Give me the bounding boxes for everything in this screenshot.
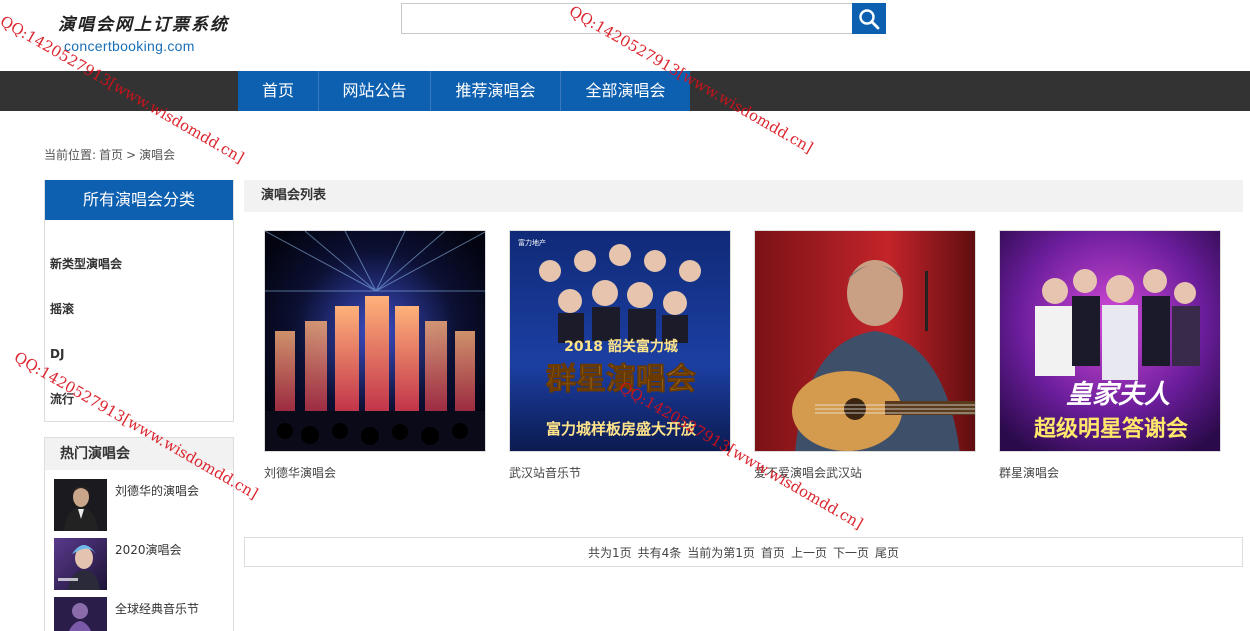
concert-card[interactable]: 刘德华演唱会	[264, 230, 486, 481]
poster-headline: 皇家夫人	[1066, 380, 1170, 410]
concert-title: 爱不爱演唱会武汉站	[754, 466, 863, 480]
concert-poster	[264, 230, 486, 452]
pagination-last[interactable]: 尾页	[875, 544, 899, 561]
hot-concert-thumbnail	[54, 479, 107, 531]
pagination-first[interactable]: 首页	[761, 544, 785, 561]
hot-concert-label: 刘德华的演唱会	[115, 484, 200, 498]
concert-poster: 皇家夫人 超级明星答谢会	[999, 230, 1221, 452]
concert-card[interactable]: 2018 韶关富力城 群星演唱会 富力城样板房盛大开放 富力地产 武汉站音乐节	[509, 230, 731, 481]
poster-brand: 富力地产	[518, 238, 546, 247]
hot-concert-thumbnail	[54, 538, 107, 590]
pagination-prev[interactable]: 上一页	[791, 544, 827, 561]
pagination-current: 当前为第1页	[687, 545, 755, 560]
category-item[interactable]: 摇滚	[45, 287, 233, 332]
category-title: 所有演唱会分类	[45, 180, 233, 220]
concert-title: 刘德华演唱会	[264, 466, 337, 480]
nav-recommended-concerts[interactable]: 推荐演唱会	[431, 71, 561, 111]
hot-concert-label: 全球经典音乐节	[115, 602, 200, 616]
breadcrumb: 当前位置: 首页 > 演唱会	[44, 146, 178, 163]
concert-poster: 2018 韶关富力城 群星演唱会 富力城样板房盛大开放 富力地产	[509, 230, 731, 452]
logo-title: 演唱会网上订票系统	[58, 15, 229, 35]
concert-poster	[754, 230, 976, 452]
hot-concert-item[interactable]: 全球经典音乐节	[54, 597, 229, 631]
search-icon	[859, 8, 880, 29]
page: 演唱会网上订票系统 concertbooking.com 首页 网站公告 推荐演…	[0, 0, 1250, 631]
hot-concert-thumbnail	[54, 597, 107, 631]
pagination-next[interactable]: 下一页	[833, 544, 869, 561]
hot-concerts-panel: 热门演唱会 刘德华的演唱会 2020演唱会 全球经典音乐节	[44, 437, 234, 631]
pagination: 共为1页 共有4条 当前为第1页 首页 上一页 下一页 尾页	[244, 537, 1243, 567]
category-item[interactable]: DJ	[45, 332, 233, 377]
site-logo[interactable]: 演唱会网上订票系统 concertbooking.com	[58, 10, 228, 56]
hot-concert-item[interactable]: 刘德华的演唱会	[54, 479, 229, 531]
category-list: 新类型演唱会 摇滚 DJ 流行	[45, 220, 233, 422]
pagination-total-items: 共有4条	[637, 545, 682, 560]
poster-headline: 群星演唱会	[546, 362, 696, 397]
main-nav: 首页 网站公告 推荐演唱会 全部演唱会	[0, 71, 1250, 111]
logo-domain: concertbooking.com	[64, 38, 195, 54]
search-button[interactable]	[852, 3, 886, 34]
nav-all-concerts[interactable]: 全部演唱会	[561, 71, 690, 111]
pagination-total-pages: 共为1页	[588, 545, 632, 560]
category-item[interactable]: 流行	[45, 377, 233, 422]
poster-subline: 超级明星答谢会	[1034, 416, 1188, 442]
category-item[interactable]: 新类型演唱会	[45, 242, 233, 287]
concert-title: 武汉站音乐节	[509, 466, 582, 480]
breadcrumb-prefix: 当前位置:	[44, 148, 97, 162]
concert-list-title: 演唱会列表	[244, 180, 1243, 212]
concert-title: 群星演唱会	[999, 466, 1060, 480]
breadcrumb-current: 演唱会	[139, 148, 176, 162]
hot-concert-label: 2020演唱会	[115, 543, 182, 557]
nav-home[interactable]: 首页	[238, 71, 319, 111]
hot-concerts-title: 热门演唱会	[45, 438, 233, 470]
concert-card[interactable]: 皇家夫人 超级明星答谢会 群星演唱会	[999, 230, 1221, 481]
poster-year: 2018 韶关富力城	[564, 338, 678, 355]
hot-concert-item[interactable]: 2020演唱会	[54, 538, 229, 590]
category-panel: 所有演唱会分类 新类型演唱会 摇滚 DJ 流行	[44, 180, 234, 422]
breadcrumb-home[interactable]: 首页	[99, 148, 123, 162]
search-input[interactable]	[401, 3, 853, 34]
nav-announcements[interactable]: 网站公告	[319, 71, 431, 111]
poster-subline: 富力城样板房盛大开放	[546, 420, 697, 438]
concert-card[interactable]: 爱不爱演唱会武汉站	[754, 230, 976, 481]
breadcrumb-separator: >	[126, 148, 137, 162]
